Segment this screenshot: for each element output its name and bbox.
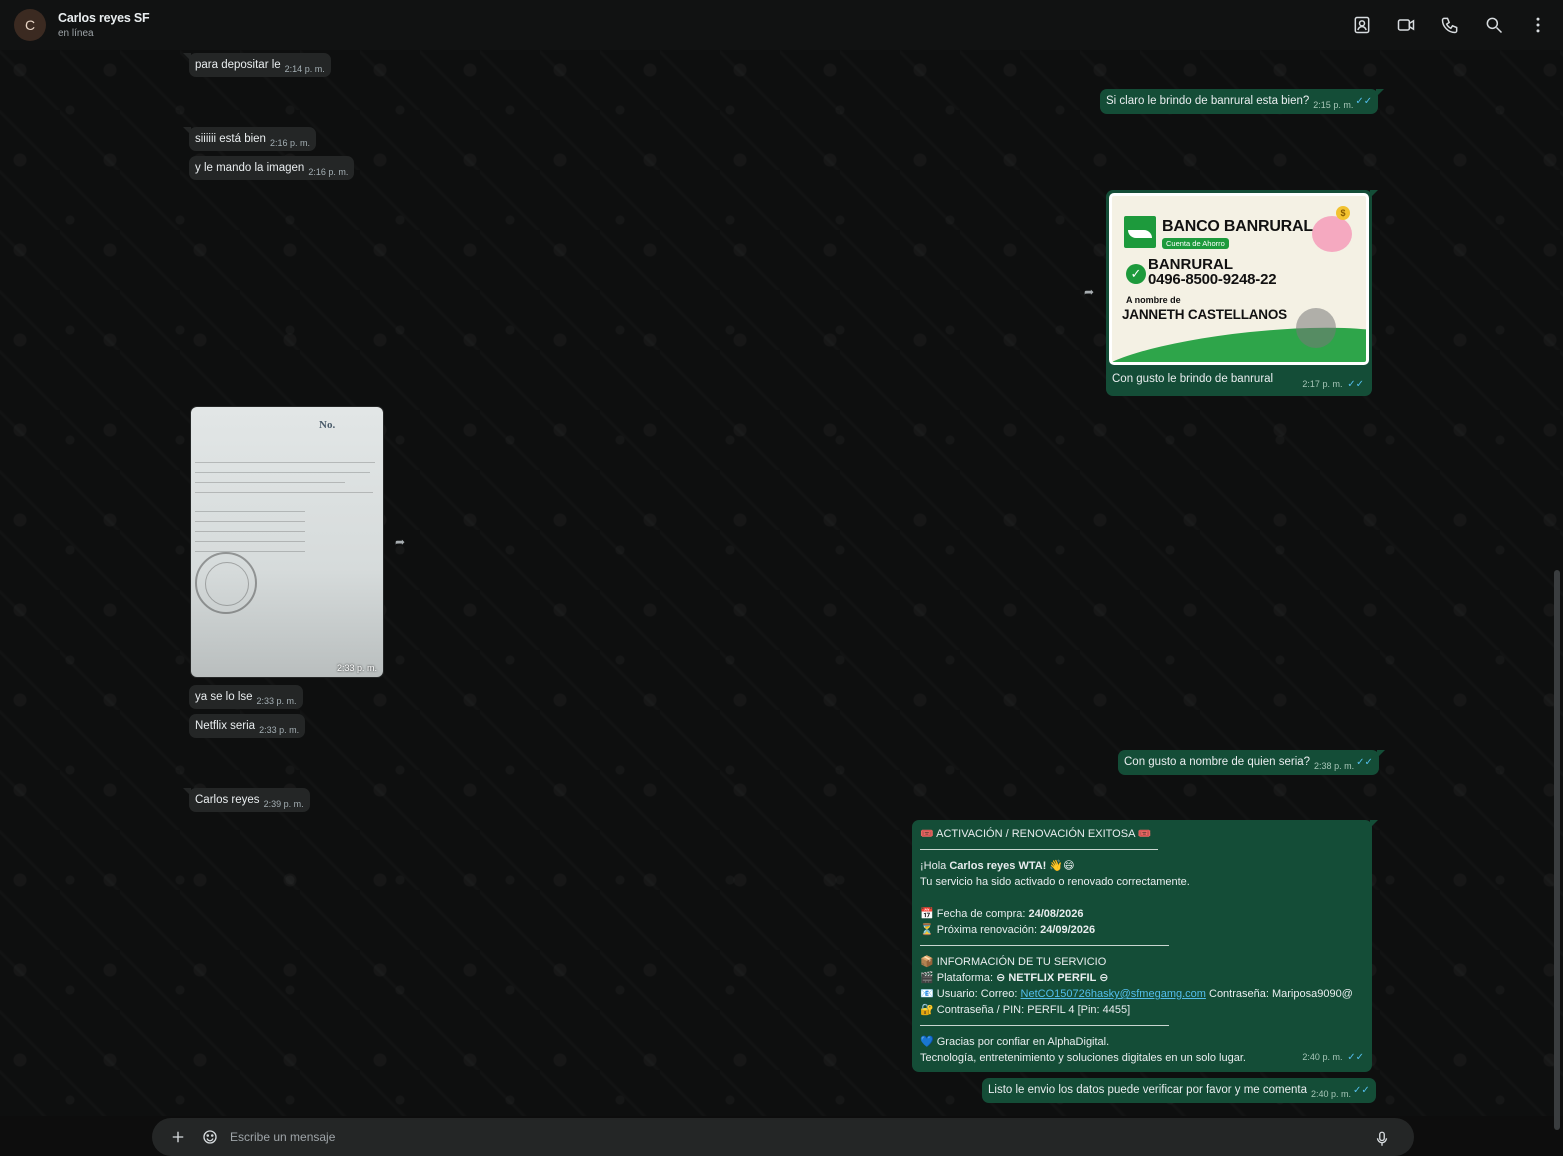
- forward-icon[interactable]: ➦: [392, 534, 408, 550]
- purchase-date: 📅 Fecha de compra: 24/08/2026: [920, 908, 1084, 920]
- account-type: Cuenta de Ahorro: [1162, 238, 1229, 249]
- message-incoming[interactable]: para depositar le 2:14 p. m.: [183, 53, 331, 77]
- message-input[interactable]: [230, 1130, 1400, 1144]
- message-outgoing[interactable]: Con gusto a nombre de quien seria? 2:38 p…: [1118, 750, 1385, 775]
- message-incoming[interactable]: Carlos reyes 2:39 p. m.: [183, 788, 310, 812]
- contact-status: en línea: [58, 28, 94, 39]
- renewal-date: ⏳ Próxima renovación: 24/09/2026: [920, 924, 1096, 936]
- greeting: ¡Hola Carlos reyes WTA! 👋😄: [920, 860, 1075, 872]
- bank-logo-icon: [1124, 216, 1156, 248]
- read-ticks-icon: ✓✓: [1353, 1085, 1370, 1096]
- message-incoming-image[interactable]: No. 2:33 p. m.: [190, 406, 384, 678]
- read-ticks-icon: ✓✓: [1355, 96, 1373, 107]
- tagline: Tecnología, entretenimiento y soluciones…: [920, 1052, 1246, 1064]
- forward-icon[interactable]: ➦: [1081, 284, 1097, 300]
- read-ticks-icon: ✓✓: [1356, 757, 1373, 768]
- microphone-icon[interactable]: [1370, 1127, 1394, 1151]
- message-time: 2:16 p. m.: [269, 138, 310, 148]
- contact-name: Carlos reyes SF: [58, 11, 150, 25]
- message-text: Si claro le brindo de banrural esta bien…: [1106, 95, 1310, 107]
- message-time: 2:33 p. m.: [256, 696, 297, 706]
- message-time: 2:39 p. m.: [263, 799, 304, 809]
- message-text: Listo le envio los datos puede verificar…: [988, 1084, 1307, 1096]
- owner-label: A nombre de: [1126, 295, 1181, 305]
- watermark-badge-icon: [1296, 308, 1336, 348]
- search-icon[interactable]: [1483, 14, 1505, 36]
- message-text: Con gusto a nombre de quien seria?: [1124, 756, 1311, 768]
- message-time: 2:40 p. m.: [1310, 1089, 1351, 1099]
- sticker-icon[interactable]: [198, 1125, 222, 1149]
- message-outgoing[interactable]: Listo le envio los datos puede verificar…: [982, 1078, 1376, 1103]
- avatar[interactable]: C: [14, 9, 46, 41]
- activation-title: 🎟️ ACTIVACIÓN / RENOVACIÓN EXITOSA 🎟️: [920, 828, 1152, 840]
- message-incoming[interactable]: Netflix seria 2:33 p. m.: [189, 714, 306, 738]
- message-time: 2:14 p. m.: [284, 64, 325, 74]
- message-time: 2:16 p. m.: [308, 167, 349, 177]
- header-actions: [1351, 0, 1549, 50]
- receipt-number-label: No.: [319, 419, 336, 431]
- message-composer: [152, 1118, 1414, 1156]
- read-ticks-icon: ✓✓: [1344, 379, 1364, 390]
- message-time: 2:40 p. m. ✓✓: [1302, 1052, 1364, 1063]
- message-text: y le mando la imagen: [195, 162, 305, 174]
- account-number: 0496-8500-9248-22: [1148, 271, 1277, 288]
- divider: [920, 945, 1169, 946]
- scrollbar[interactable]: [1554, 570, 1560, 1130]
- contact-info[interactable]: Carlos reyes SF en línea: [58, 11, 150, 39]
- message-text: para depositar le: [195, 59, 281, 71]
- message-time: 2:17 p. m. ✓✓: [1302, 379, 1364, 390]
- piggy-bank-icon: [1312, 216, 1352, 252]
- image-caption: Con gusto le brindo de banrural: [1112, 373, 1274, 385]
- message-outgoing-image[interactable]: BANCO BANRURAL Cuenta de Ahorro $ ✓ BANR…: [1106, 190, 1378, 396]
- message-time: 2:33 p. m.: [336, 663, 377, 673]
- message-incoming[interactable]: y le mando la imagen 2:16 p. m.: [189, 156, 355, 180]
- user-credentials: 📧 Usuario: Correo: NetCO150726hasky@sfme…: [920, 988, 1353, 1000]
- message-time: 2:38 p. m.: [1314, 761, 1355, 771]
- chat-header[interactable]: C Carlos reyes SF en línea: [0, 0, 1563, 50]
- divider: [920, 1025, 1169, 1026]
- coin-icon: $: [1336, 206, 1350, 220]
- message-text: siiiiii está bien: [195, 133, 266, 145]
- message-text: ya se lo lse: [195, 691, 253, 703]
- message-text: Carlos reyes: [195, 794, 260, 806]
- bank-account-image[interactable]: BANCO BANRURAL Cuenta de Ahorro $ ✓ BANR…: [1109, 193, 1369, 365]
- read-ticks-icon: ✓✓: [1344, 1052, 1364, 1063]
- video-call-icon[interactable]: [1395, 14, 1417, 36]
- message-text: Netflix seria: [195, 720, 256, 732]
- message-outgoing[interactable]: Si claro le brindo de banrural esta bien…: [1100, 89, 1385, 114]
- activated-line: Tu servicio ha sido activado o renovado …: [920, 876, 1190, 888]
- receipt-stamp: [195, 552, 257, 614]
- message-incoming[interactable]: ya se lo lse 2:33 p. m.: [189, 685, 303, 709]
- platform: 🎬 Plataforma: ⊖ NETFLIX PERFIL ⊖: [920, 972, 1109, 984]
- message-incoming[interactable]: siiiiii está bien 2:16 p. m.: [183, 127, 316, 151]
- info-title: 📦 INFORMACIÓN DE TU SERVICIO: [920, 956, 1107, 968]
- check-icon: ✓: [1126, 264, 1146, 284]
- message-time: 2:33 p. m.: [259, 725, 300, 735]
- bank-name: BANCO BANRURAL: [1162, 218, 1313, 235]
- divider: [920, 849, 1158, 850]
- owner-name: JANNETH CASTELLANOS: [1122, 307, 1287, 322]
- pin-line: 🔐 Contraseña / PIN: PERFIL 4 [Pin: 4455]: [920, 1004, 1131, 1016]
- thanks-line: 💙 Gracias por confiar en AlphaDigital.: [920, 1036, 1110, 1048]
- email-link[interactable]: NetCO150726hasky@sfmegamg.com: [1021, 988, 1206, 1000]
- phone-icon[interactable]: [1439, 14, 1461, 36]
- contacts-icon[interactable]: [1351, 14, 1373, 36]
- more-icon[interactable]: [1527, 14, 1549, 36]
- message-time: 2:15 p. m.: [1313, 100, 1354, 110]
- receipt-image[interactable]: No. 2:33 p. m.: [191, 407, 383, 677]
- attach-plus-icon[interactable]: [166, 1125, 190, 1149]
- activation-message[interactable]: 🎟️ ACTIVACIÓN / RENOVACIÓN EXITOSA 🎟️ ¡H…: [912, 820, 1378, 1072]
